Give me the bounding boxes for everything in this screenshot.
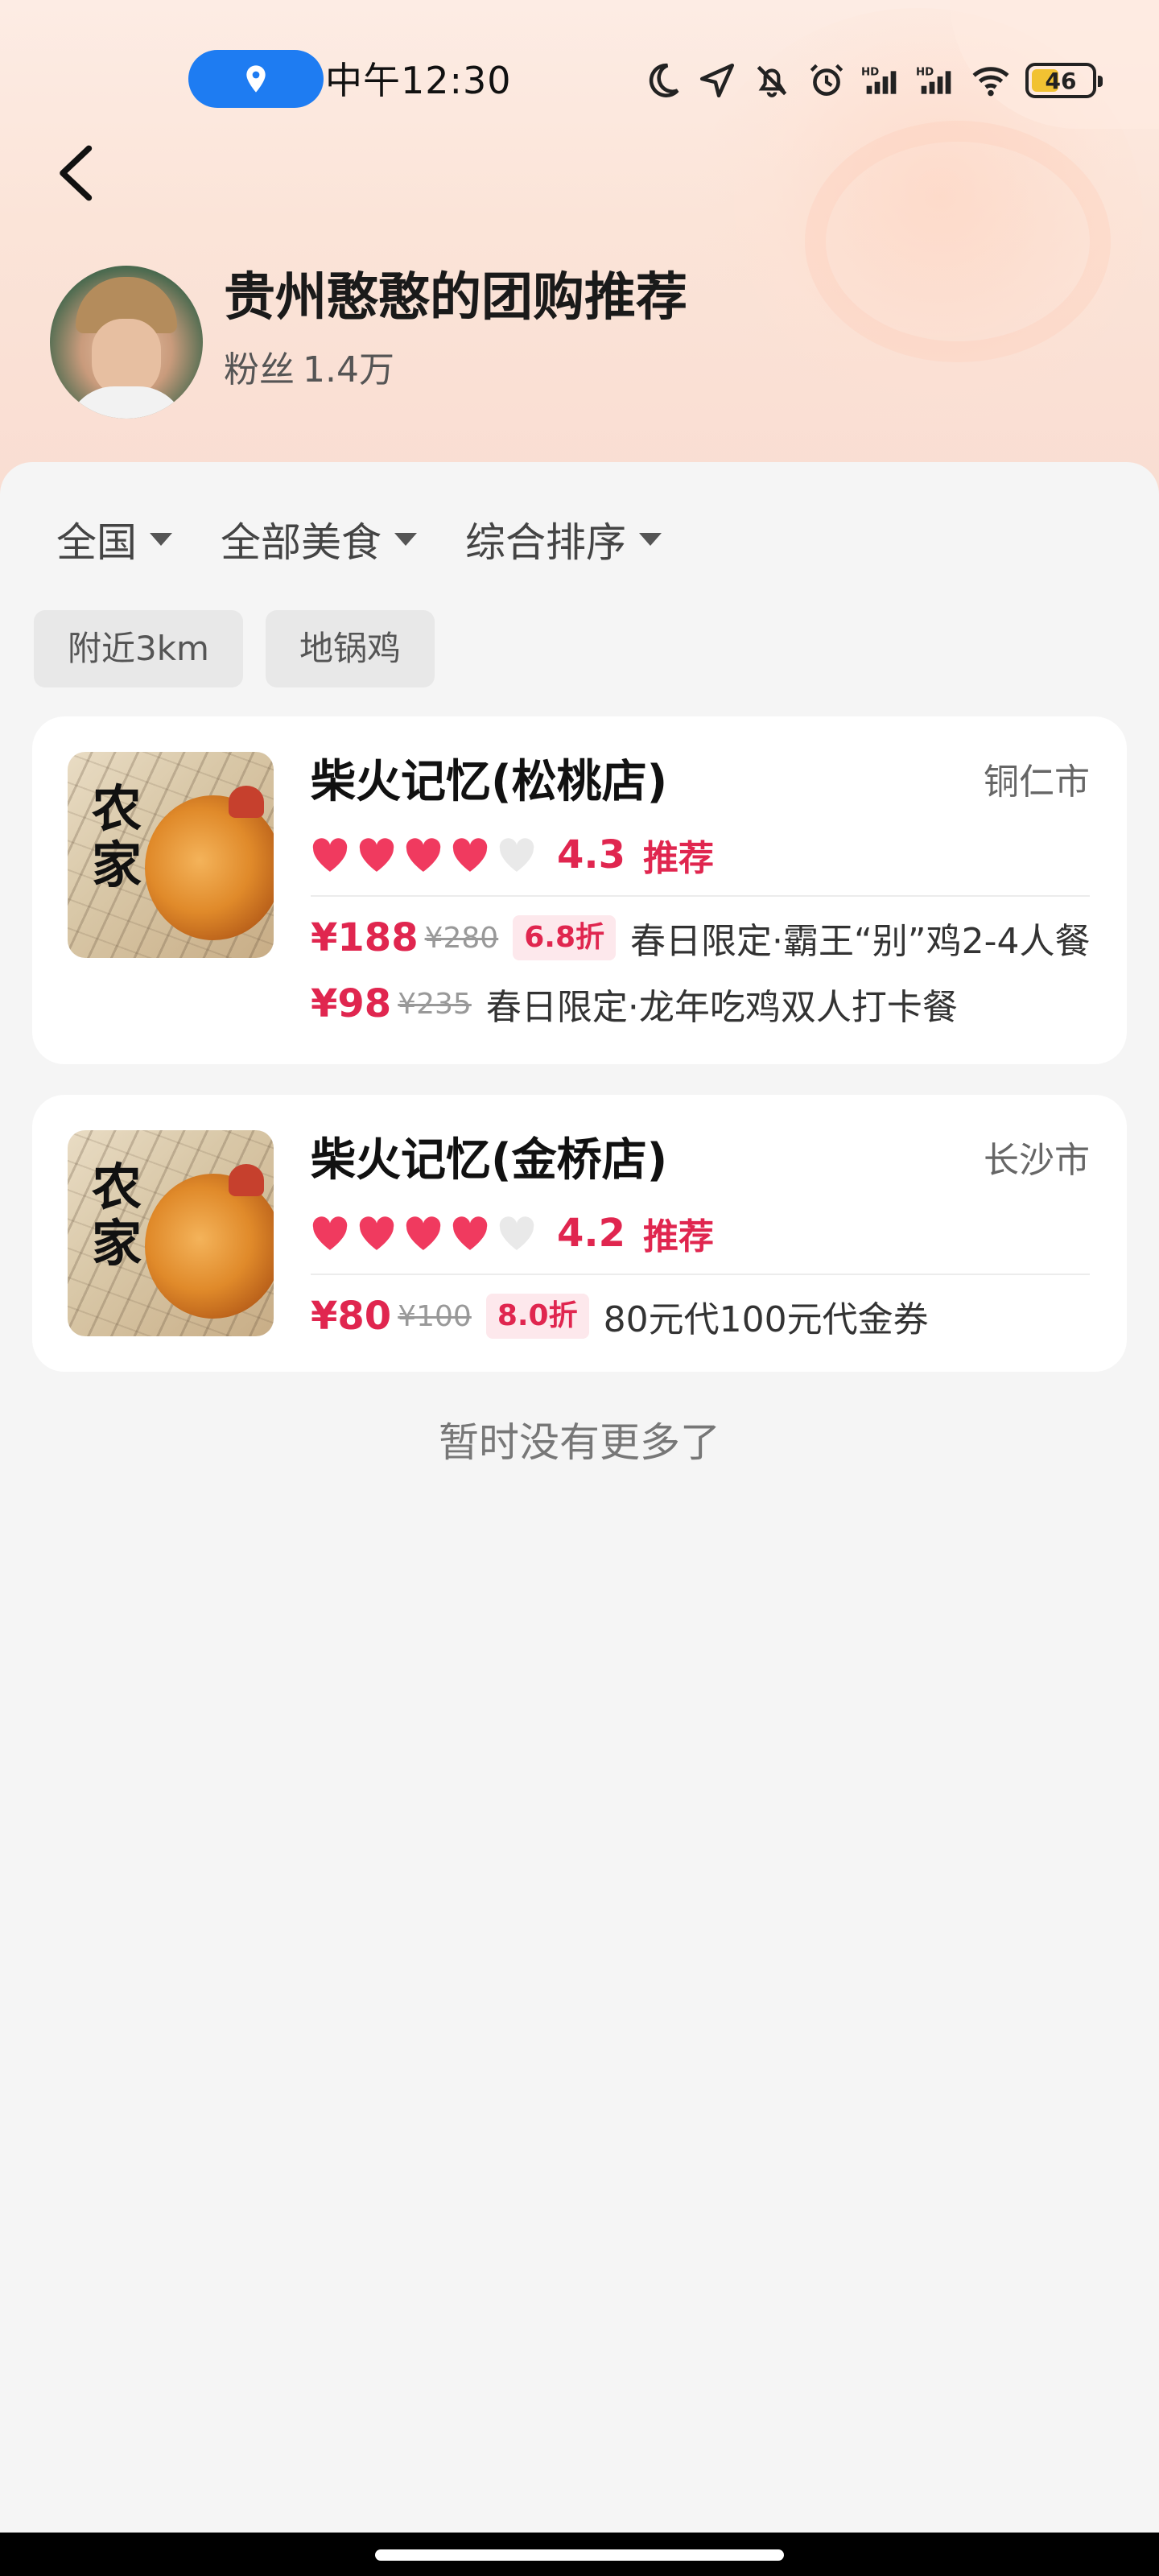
signal-hd-icon: HD — [861, 60, 901, 101]
store-card[interactable]: 农家 柴火记忆(金桥店) 长沙市 4.2 推荐 ¥80 ¥100 8.0折 80… — [32, 1095, 1127, 1372]
recommend-badge: 推荐 — [643, 838, 715, 879]
caret-down-icon — [150, 533, 172, 546]
end-of-list-text: 暂时没有更多了 — [439, 1419, 720, 1466]
deal-item[interactable]: ¥98 ¥235 春日限定·龙年吃鸡双人打卡餐 — [311, 976, 958, 1032]
store-city: 铜仁市 — [984, 762, 1090, 803]
heart-empty-icon — [496, 1215, 538, 1252]
rating-score: 4.3 — [557, 832, 626, 877]
deal-original-price: ¥235 — [398, 987, 472, 1021]
fans-value: 1.4万 — [303, 349, 394, 390]
home-indicator[interactable] — [375, 2549, 784, 2561]
filter-bar: 全国 全部美食 综合排序 — [56, 507, 662, 572]
avatar[interactable] — [50, 266, 203, 419]
deal-price: ¥188 — [311, 915, 419, 960]
deal-name: 春日限定·霸王“别”鸡2-4人餐 — [630, 921, 1091, 962]
deal-item[interactable]: ¥188 ¥280 6.8折 春日限定·霸王“别”鸡2-4人餐 — [311, 910, 1090, 966]
filter-label: 全部美食 — [221, 519, 382, 566]
chevron-left-icon — [60, 145, 93, 201]
filter-category[interactable]: 全部美食 — [221, 510, 417, 568]
profile-name: 贵州憨憨的团购推荐 — [224, 268, 687, 328]
wifi-icon — [971, 60, 1011, 101]
filter-region[interactable]: 全国 — [56, 510, 172, 568]
tag-row: 附近3km 地锅鸡 — [34, 610, 435, 687]
heart-empty-icon — [496, 836, 538, 873]
rating-row: 4.2 推荐 — [309, 1208, 714, 1259]
deal-name: 80元代100元代金券 — [603, 1299, 929, 1340]
heart-filled-icon — [402, 836, 444, 873]
status-time: 中午12:30 — [325, 59, 512, 102]
rating-row: 4.3 推荐 — [309, 829, 714, 881]
fans-label: 粉丝 — [224, 349, 295, 390]
svg-text:HD: HD — [861, 66, 879, 78]
discount-badge: 8.0折 — [485, 1294, 589, 1339]
location-pill[interactable] — [188, 50, 324, 108]
filter-label: 综合排序 — [465, 519, 626, 566]
thumbnail-calligraphy: 农家 — [92, 1158, 142, 1273]
battery-level: 46 — [1045, 67, 1077, 94]
alarm-icon — [806, 60, 847, 101]
heart-filled-icon — [356, 1215, 398, 1252]
back-button[interactable] — [45, 137, 109, 209]
heart-filled-icon — [309, 1215, 351, 1252]
heart-filled-icon — [449, 836, 491, 873]
heart-filled-icon — [449, 1215, 491, 1252]
store-thumbnail: 农家 — [68, 752, 274, 958]
svg-text:HD: HD — [916, 66, 934, 78]
signal-hd-icon: HD — [916, 60, 956, 101]
discount-badge: 6.8折 — [513, 915, 616, 960]
deal-price: ¥80 — [311, 1294, 392, 1339]
heart-filled-icon — [309, 836, 351, 873]
recommend-badge: 推荐 — [643, 1216, 715, 1257]
store-city: 长沙市 — [984, 1140, 1090, 1181]
deal-name: 春日限定·龙年吃鸡双人打卡餐 — [485, 987, 958, 1028]
status-icons: HD HD 46 — [642, 56, 1103, 105]
caret-down-icon — [639, 533, 662, 546]
store-thumbnail: 农家 — [68, 1130, 274, 1336]
heart-filled-icon — [402, 1215, 444, 1252]
filter-label: 全国 — [56, 519, 137, 566]
store-name: 柴火记忆(松桃店) — [311, 756, 668, 808]
filter-sort[interactable]: 综合排序 — [465, 510, 662, 568]
heart-filled-icon — [356, 836, 398, 873]
store-card[interactable]: 农家 柴火记忆(松桃店) 铜仁市 4.3 推荐 ¥188 ¥280 6.8折 春… — [32, 716, 1127, 1064]
caret-down-icon — [394, 533, 417, 546]
status-bar: 中午12:30 HD HD 46 — [0, 0, 1159, 161]
battery-icon: 46 — [1025, 63, 1103, 98]
rating-score: 4.2 — [557, 1211, 626, 1256]
divider — [311, 895, 1090, 897]
deal-original-price: ¥280 — [424, 921, 499, 955]
tag-nearby[interactable]: 附近3km — [34, 610, 243, 687]
mute-icon — [752, 60, 792, 101]
deal-price: ¥98 — [311, 981, 392, 1026]
tag-dish[interactable]: 地锅鸡 — [265, 610, 435, 687]
store-name: 柴火记忆(金桥店) — [311, 1134, 668, 1187]
fans-count: 粉丝 1.4万 — [224, 346, 394, 394]
deal-item[interactable]: ¥80 ¥100 8.0折 80元代100元代金券 — [311, 1288, 929, 1344]
divider — [311, 1274, 1090, 1275]
navigation-icon — [697, 60, 737, 101]
thumbnail-calligraphy: 农家 — [92, 779, 142, 894]
moon-icon — [642, 60, 683, 101]
location-icon — [246, 65, 266, 93]
deal-original-price: ¥100 — [398, 1299, 472, 1333]
